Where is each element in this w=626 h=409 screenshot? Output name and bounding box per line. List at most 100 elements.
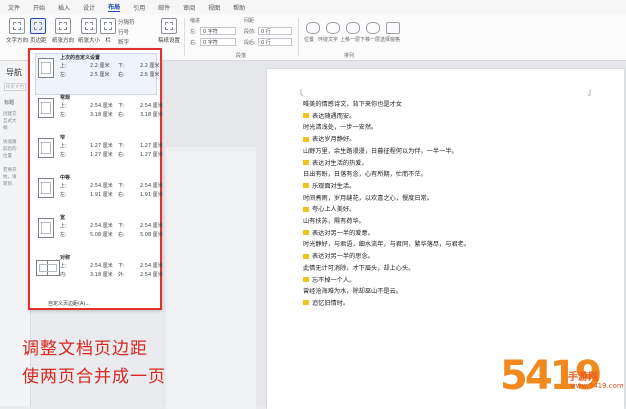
nav-search-input[interactable]: 搜索文档 xyxy=(4,83,26,91)
spacing-before-field[interactable]: 0 行 xyxy=(258,27,292,35)
menu-design[interactable]: 设计 xyxy=(83,3,95,12)
draft-paper-button[interactable]: 稿纸设置 xyxy=(158,18,180,44)
ribbon-divider xyxy=(184,18,185,56)
menu-mailings[interactable]: 邮件 xyxy=(158,3,170,12)
draft-paper-label: 稿纸设置 xyxy=(158,38,181,44)
size-label: 纸张大小 xyxy=(78,38,101,44)
arrange-group-label: 排列 xyxy=(344,53,355,59)
margin-preset-value: 3.18 厘米 xyxy=(140,112,163,118)
size-icon xyxy=(81,18,97,34)
size-button[interactable]: 纸张大小 xyxy=(78,18,100,44)
document-text-line: 曾经沧海难为水，除却巫山不是云。 xyxy=(303,288,402,296)
margin-preset-value: 2.54 厘米 xyxy=(90,103,113,109)
menu-insert[interactable]: 插入 xyxy=(58,3,70,12)
hyphenation-button[interactable]: 断字 xyxy=(118,38,129,46)
page-corner-mark xyxy=(300,89,303,96)
margin-preset-value: 1.27 厘米 xyxy=(140,143,163,149)
selection-pane-icon[interactable] xyxy=(386,22,400,34)
spacing-before-label: 段前: xyxy=(244,29,256,35)
nav-title: 导航 xyxy=(6,68,22,77)
margin-preset[interactable]: 对称 上: 2.54 厘米 下: 2.54 厘米 内: 3.18 厘米 外: 2.54 厘米 xyxy=(36,254,163,294)
orientation-button[interactable]: 纸张方向 xyxy=(52,18,74,44)
line-numbers-button[interactable]: 行号 xyxy=(118,28,129,36)
position-label: 位置 xyxy=(304,37,315,43)
spacing-header: 间距 xyxy=(244,18,255,24)
menu-layout[interactable]: 布局 xyxy=(108,2,121,12)
margin-preset-value: 左: xyxy=(60,112,67,118)
margin-preset-value: 左: xyxy=(60,152,67,158)
margin-preset-value: 下: xyxy=(118,263,125,269)
indent-right-field[interactable]: 0 字符 xyxy=(200,38,236,46)
margin-preset-name: 中等 xyxy=(60,175,71,181)
margins-button[interactable]: 页边距 xyxy=(30,18,47,44)
margin-preset-value: 2.5 厘米 xyxy=(90,72,110,78)
menu-bar: 文件 开始 插入 设计 布局 引用 邮件 审阅 视图 帮助 xyxy=(0,0,626,14)
page-margin-icon xyxy=(38,138,54,158)
orientation-label: 纸张方向 xyxy=(52,38,75,44)
page-margin-icon xyxy=(38,218,54,238)
margin-preset-value: 上: xyxy=(60,143,67,149)
margin-preset-value: 右: xyxy=(118,232,125,238)
document-heading-line: 表达随遇而安。 xyxy=(303,111,603,123)
document-heading-line: 表达岁月静好。 xyxy=(303,134,603,146)
ribbon-divider xyxy=(298,18,299,56)
menu-references[interactable]: 引用 xyxy=(133,3,145,12)
previous-page xyxy=(166,147,256,409)
nav-hint-line: 快速跟 xyxy=(3,140,17,145)
wrap-text-icon[interactable] xyxy=(326,22,340,34)
text-direction-button[interactable]: 文字方向 xyxy=(6,18,28,44)
margin-preset-name: 宽 xyxy=(60,215,66,221)
margin-preset[interactable]: 常规 上: 2.54 厘米 下: 2.54 厘米 左: 3.18 厘米 右: 3.18 厘米 xyxy=(36,94,163,134)
margin-preset[interactable]: 宽上: 2.54 厘米 下: 2.54 厘米 左: 5.08 厘米 右: 5.08 厘米 xyxy=(36,214,163,254)
margin-preset-value: 内: xyxy=(60,272,67,278)
position-icon[interactable] xyxy=(306,22,320,34)
indent-left-label: 左: xyxy=(190,29,197,35)
margin-preset-value: 5.08 厘米 xyxy=(140,232,163,238)
document-heading-line: 表达对另一半的爱意。 xyxy=(303,228,603,240)
menu-help[interactable]: 帮助 xyxy=(233,3,245,12)
margin-preset-value: 2.54 厘米 xyxy=(140,223,163,229)
document-text-line: 时间煮雨，岁月缝花，以欢喜之心，慢度日常。 xyxy=(303,194,433,202)
margin-preset-value: 1.91 厘米 xyxy=(90,192,113,198)
margin-preset-value: 上: xyxy=(60,263,67,269)
nav-hint-line: 创建交 xyxy=(3,112,17,117)
bring-forward-label: 上移一层 xyxy=(340,37,361,43)
page-margin-icon xyxy=(38,178,54,198)
margin-preset[interactable]: 上次的自定义设置 上: 2.2 厘米 下: 2.2 厘米 左: 2.5 厘米 右: 2.5 厘米 xyxy=(35,53,160,95)
bring-forward-icon[interactable] xyxy=(346,22,360,34)
margin-preset-value: 2.54 厘米 xyxy=(140,263,163,269)
margins-label: 页边距 xyxy=(30,38,47,44)
page-margin-icon xyxy=(38,98,54,118)
nav-hint-line: 互式大 xyxy=(3,119,17,124)
document-body: 唯美的情感诗文，背下来你也是才女 表达随遇而安。 时光清浅处，一步一安然。 表达岁月静… xyxy=(303,99,603,310)
document-text-line: 时光静好，与君语，细水流年，与君同，繁华落尽，与君老。 xyxy=(303,241,471,249)
menu-file[interactable]: 文件 xyxy=(8,3,20,12)
menu-review[interactable]: 审阅 xyxy=(183,3,195,12)
breaks-button[interactable]: 分隔符 xyxy=(118,18,135,26)
margin-preset-value: 上: xyxy=(60,63,67,69)
margin-preset[interactable]: 窄上: 1.27 厘米 下: 1.27 厘米 左: 1.27 厘米 右: 1.27 厘米 xyxy=(36,134,163,174)
document-text-line: 时光清浅处，一步一安然。 xyxy=(303,124,378,132)
paragraph-group-label: 段落 xyxy=(236,53,247,59)
margin-preset-value: 2.54 厘米 xyxy=(140,272,163,278)
orientation-icon xyxy=(55,18,71,34)
menu-view[interactable]: 视图 xyxy=(208,3,220,12)
margin-preset-value: 下: xyxy=(118,103,125,109)
nav-tab-headings[interactable]: 标题 xyxy=(4,99,14,106)
menu-home[interactable]: 开始 xyxy=(33,3,45,12)
margin-preset[interactable]: 中等 上: 2.54 厘米 下: 2.54 厘米 左: 1.91 厘米 右: 1.91 厘米 xyxy=(36,174,163,214)
custom-margins-item[interactable]: 自定义页边距(A)... xyxy=(48,300,90,307)
send-backward-icon[interactable] xyxy=(366,22,380,34)
selection-pane-label: 选择窗格 xyxy=(380,37,401,43)
indent-right-label: 右: xyxy=(190,40,197,46)
margin-preset-value: 3.18 厘米 xyxy=(90,272,113,278)
spacing-after-field[interactable]: 0 行 xyxy=(258,38,292,46)
margin-preset-value: 右: xyxy=(118,152,125,158)
indent-left-field[interactable]: 0 字符 xyxy=(200,27,236,35)
columns-button[interactable]: 栏 xyxy=(100,18,116,44)
margin-preset-value: 2.2 厘米 xyxy=(90,63,110,69)
margin-preset-name: 窄 xyxy=(60,135,66,141)
margin-preset-value: 左: xyxy=(60,72,67,78)
margin-preset-value: 2.54 厘米 xyxy=(90,263,113,269)
send-backward-label: 下移一层 xyxy=(360,37,381,43)
